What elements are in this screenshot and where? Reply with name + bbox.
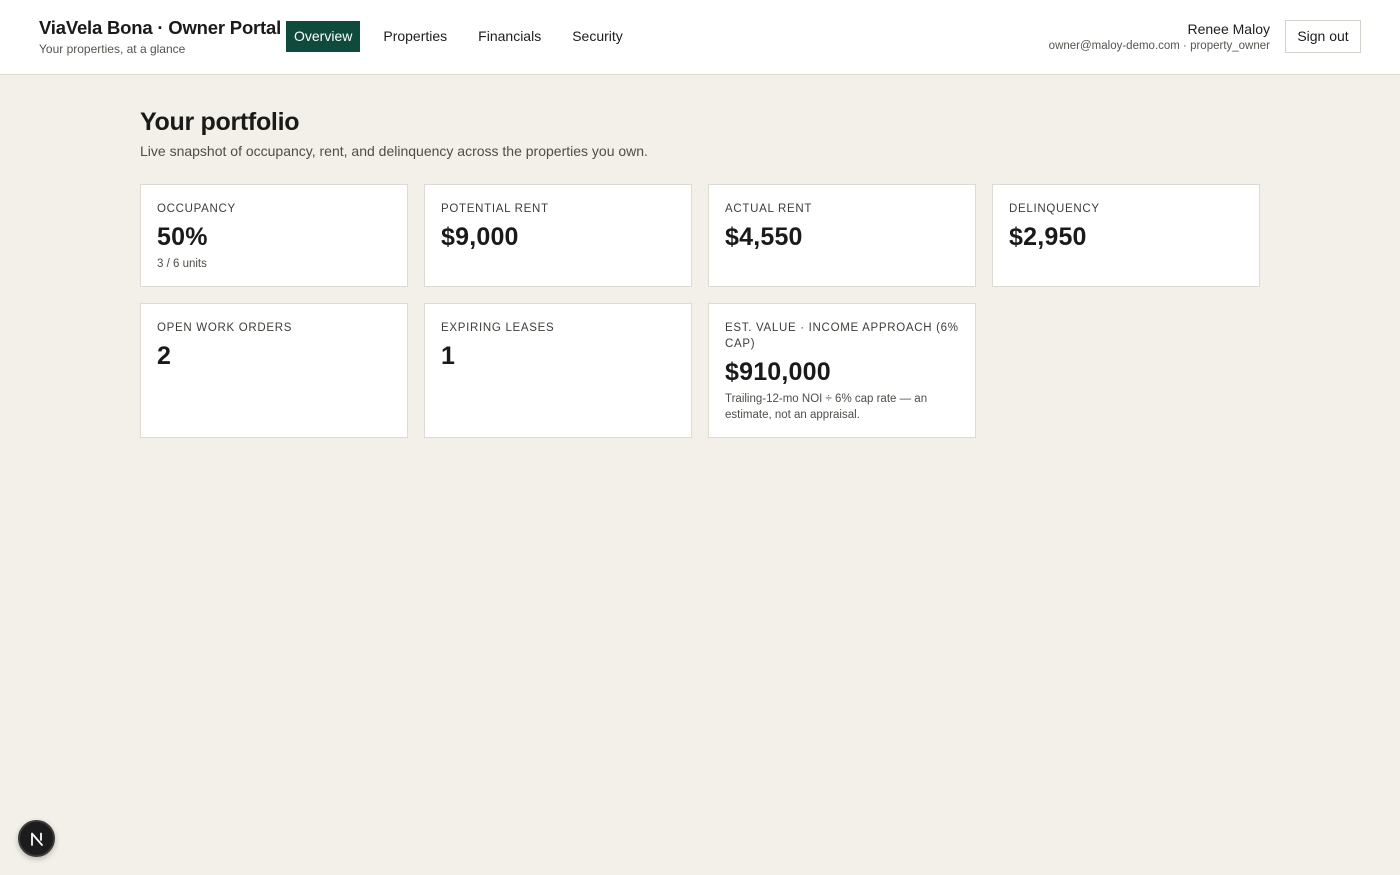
card-open-work-orders: Open work orders 2	[140, 303, 408, 438]
card-label: Expiring leases	[441, 322, 555, 334]
card-value: $9,000	[441, 223, 519, 251]
card-delinquency: Delinquency $2,950	[992, 184, 1260, 287]
card-value: $2,950	[1009, 223, 1087, 251]
card-label: Potential rent	[441, 203, 549, 215]
card-value: $4,550	[725, 223, 803, 251]
n-logo-icon[interactable]	[18, 820, 55, 857]
card-label: Occupancy	[157, 203, 236, 215]
user-info: Renee Maloy owner@maloy-demo.com · prope…	[1049, 20, 1270, 54]
card-label: Delinquency	[1009, 203, 1100, 215]
card-actual-rent: Actual rent $4,550	[708, 184, 976, 287]
brand-title: ViaVela Bona · Owner Portal	[39, 17, 282, 38]
card-label: Open work orders	[157, 322, 293, 334]
metrics-grid: Occupancy 50% 3 / 6 units Potential rent…	[140, 184, 1260, 438]
card-note: 3 / 6 units	[157, 258, 207, 270]
sign-out-button[interactable]: Sign out	[1285, 20, 1361, 53]
card-potential-rent: Potential rent $9,000	[424, 184, 692, 287]
nav-security[interactable]: Security	[564, 21, 631, 52]
user-meta: owner@maloy-demo.com · property_owner	[1048, 40, 1270, 52]
main-nav: Overview Properties Financials Security	[286, 21, 646, 52]
card-value: 50%	[157, 223, 208, 251]
card-estimated-value: Est. value · income approach (6% cap) $9…	[708, 303, 976, 438]
brand: ViaVela Bona · Owner Portal Your propert…	[39, 17, 281, 57]
nav-properties[interactable]: Properties	[375, 21, 455, 52]
nav-financials[interactable]: Financials	[470, 21, 549, 52]
page-title: Your portfolio	[140, 108, 300, 136]
card-value: 2	[157, 342, 172, 370]
top-bar: ViaVela Bona · Owner Portal Your propert…	[0, 0, 1400, 75]
n-glyph-icon	[30, 832, 43, 846]
nav-overview[interactable]: Overview	[286, 21, 361, 52]
card-value: 1	[441, 342, 456, 370]
card-note: Trailing-12-mo NOI ÷ 6% cap rate — an es…	[725, 393, 928, 421]
card-label: Est. value · income approach (6% cap)	[725, 322, 959, 350]
brand-subtitle: Your properties, at a glance	[39, 42, 186, 56]
card-expiring-leases: Expiring leases 1	[424, 303, 692, 438]
page-subtitle: Live snapshot of occupancy, rent, and de…	[140, 143, 648, 159]
card-label: Actual rent	[725, 203, 813, 215]
main-content: Your portfolio Live snapshot of occupanc…	[140, 106, 1260, 438]
card-occupancy: Occupancy 50% 3 / 6 units	[140, 184, 408, 287]
user-name: Renee Maloy	[1187, 21, 1271, 37]
card-value: $910,000	[725, 358, 831, 386]
